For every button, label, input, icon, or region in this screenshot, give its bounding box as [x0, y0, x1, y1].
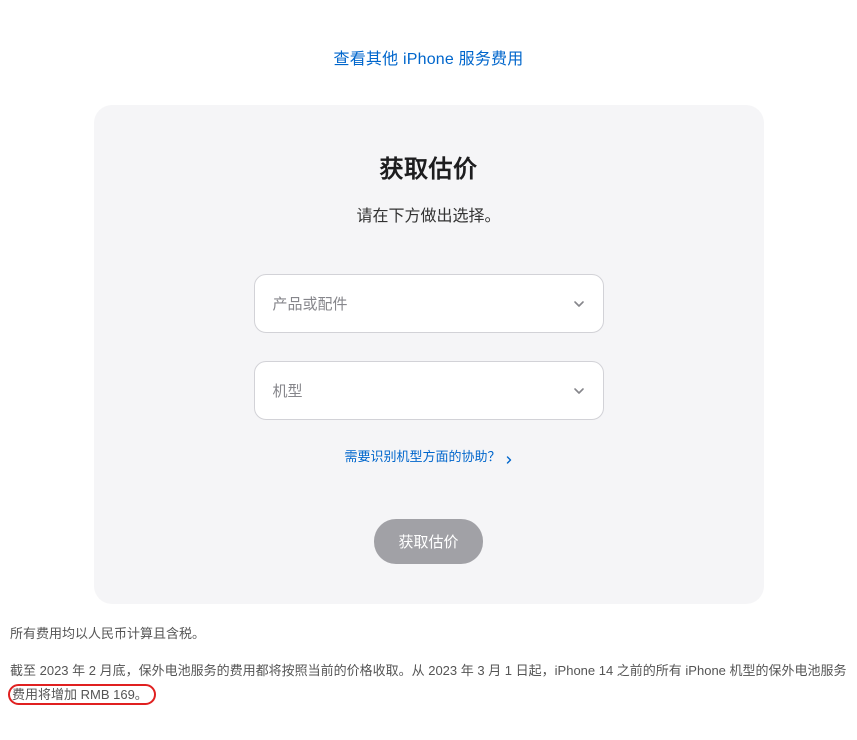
- footnote-price-increase: 截至 2023 年 2 月底，保外电池服务的费用都将按照当前的价格收取。从 20…: [10, 659, 847, 706]
- footnotes: 所有费用均以人民币计算且含税。 截至 2023 年 2 月底，保外电池服务的费用…: [10, 604, 847, 706]
- help-link-label: 需要识别机型方面的协助？: [344, 446, 500, 465]
- footnote-currency: 所有费用均以人民币计算且含税。: [10, 622, 847, 645]
- product-select-label: 产品或配件: [273, 293, 348, 314]
- footnote-highlight: 费用将增加 RMB 169。: [8, 684, 156, 705]
- get-estimate-button[interactable]: 获取估价: [374, 519, 482, 564]
- product-select[interactable]: 产品或配件: [254, 274, 604, 333]
- card-title: 获取估价: [134, 149, 724, 184]
- chevron-right-icon: [505, 452, 513, 460]
- identify-model-help-link[interactable]: 需要识别机型方面的协助？: [344, 446, 512, 465]
- other-fees-link[interactable]: 查看其他 iPhone 服务费用: [10, 45, 847, 69]
- footnote-text: 截至 2023 年 2 月底，保外电池服务的费用都将按照当前的价格收取。从 20…: [10, 663, 847, 678]
- chevron-down-icon: [573, 385, 585, 397]
- model-select[interactable]: 机型: [254, 361, 604, 420]
- chevron-down-icon: [573, 298, 585, 310]
- card-subtitle: 请在下方做出选择。: [134, 202, 724, 226]
- model-select-label: 机型: [273, 380, 303, 401]
- estimate-card: 获取估价 请在下方做出选择。 产品或配件 机型 需要识别机型方面的协助？ 获取估…: [94, 105, 764, 604]
